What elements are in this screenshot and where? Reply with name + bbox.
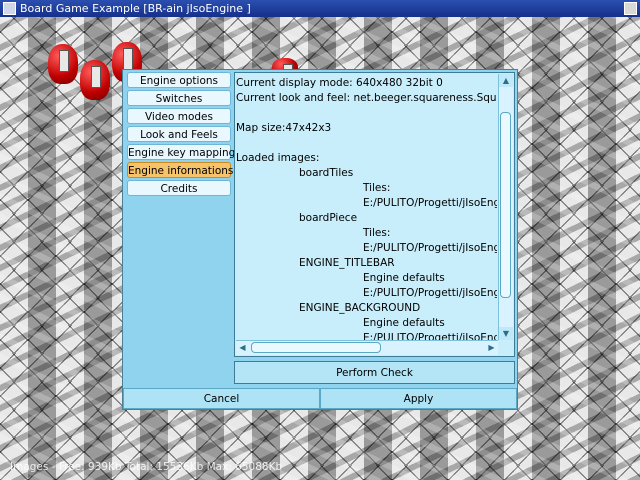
- info-line: Engine defaults: [363, 317, 445, 329]
- memory-status-text: Images - Free: 939Kb Total: 15536Kb Max:…: [10, 461, 283, 473]
- horizontal-scrollbar[interactable]: ◀ ▶: [236, 340, 498, 355]
- perform-check-button[interactable]: Perform Check: [234, 361, 515, 384]
- nav-item-video-modes[interactable]: Video modes: [127, 108, 231, 124]
- info-line: Current look and feel: net.beeger.square…: [236, 92, 497, 104]
- options-nav: Engine options Switches Video modes Look…: [127, 72, 235, 198]
- vertical-scroll-thumb[interactable]: [500, 112, 511, 298]
- nav-item-engine-key-mapping[interactable]: Engine key mapping: [127, 144, 235, 160]
- engine-info-panel[interactable]: Current display mode: 640x480 32bit 0 Cu…: [234, 72, 515, 357]
- dialog-button-bar: Cancel Apply: [123, 388, 517, 409]
- info-line: Engine defaults: [363, 272, 445, 284]
- info-line: E:/PULITO/Progetti/jIsoEngine: [363, 197, 497, 209]
- nav-item-look-and-feels[interactable]: Look and Feels: [127, 126, 231, 142]
- info-line: boardTiles: [299, 167, 354, 179]
- cancel-button[interactable]: Cancel: [123, 388, 320, 409]
- info-line: E:/PULITO/Progetti/jIsoEngine: [363, 287, 497, 299]
- scroll-down-icon[interactable]: ▼: [499, 327, 513, 340]
- game-piece[interactable]: [80, 60, 110, 100]
- info-line: Current display mode: 640x480 32bit 0: [236, 77, 443, 89]
- info-line: [236, 106, 497, 121]
- window-title: Board Game Example [BR-ain jIsoEngine ]: [20, 2, 251, 15]
- engine-info-text: Current display mode: 640x480 32bit 0 Cu…: [236, 76, 497, 346]
- info-line: Tiles:: [363, 227, 391, 239]
- vertical-scrollbar[interactable]: ▲ ▼: [498, 74, 513, 340]
- horizontal-scroll-thumb[interactable]: [251, 342, 381, 353]
- options-dialog: Engine options Switches Video modes Look…: [122, 69, 518, 410]
- window-titlebar[interactable]: Board Game Example [BR-ain jIsoEngine ]: [0, 0, 640, 17]
- info-line: Map size:47x42x3: [236, 122, 332, 134]
- info-line: E:/PULITO/Progetti/jIsoEngine: [363, 242, 497, 254]
- close-icon[interactable]: [624, 2, 637, 15]
- apply-button[interactable]: Apply: [320, 388, 517, 409]
- game-piece[interactable]: [48, 44, 78, 84]
- info-line: ENGINE_TITLEBAR: [299, 257, 395, 269]
- nav-item-switches[interactable]: Switches: [127, 90, 231, 106]
- scroll-up-icon[interactable]: ▲: [499, 74, 513, 87]
- info-line: [236, 136, 497, 151]
- info-line: Tiles:: [363, 182, 391, 194]
- app-icon: [3, 2, 16, 15]
- info-line: Loaded images:: [236, 152, 320, 164]
- nav-item-engine-informations[interactable]: Engine informations: [127, 162, 233, 178]
- info-line: ENGINE_BACKGROUND: [299, 302, 421, 314]
- nav-item-engine-options[interactable]: Engine options: [127, 72, 231, 88]
- nav-item-credits[interactable]: Credits: [127, 180, 231, 196]
- scroll-right-icon[interactable]: ▶: [485, 341, 498, 355]
- info-line: boardPiece: [299, 212, 358, 224]
- scroll-left-icon[interactable]: ◀: [236, 341, 249, 355]
